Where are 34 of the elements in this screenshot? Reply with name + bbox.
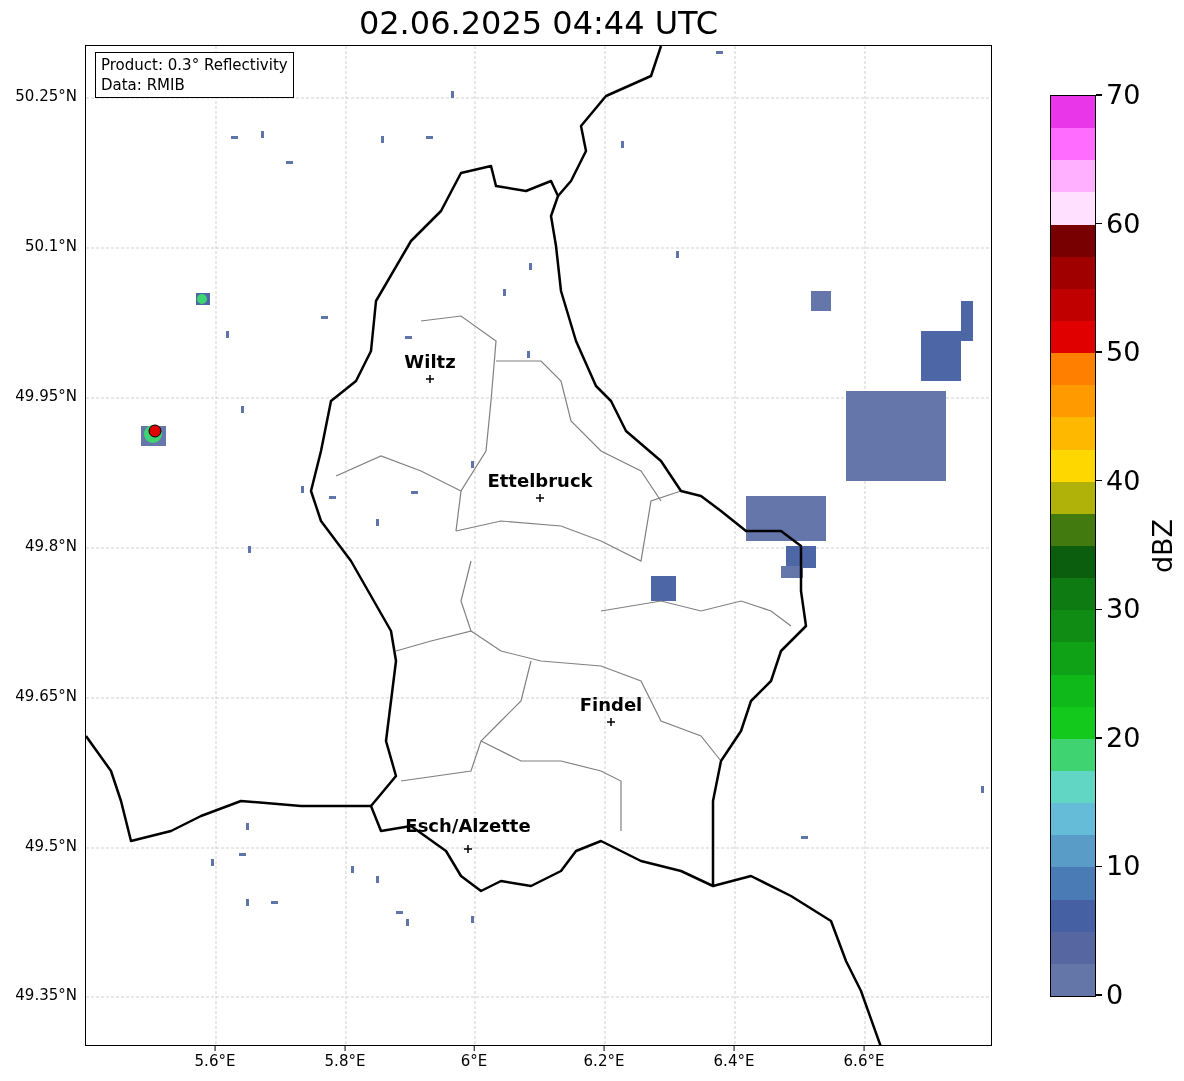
colorbar-tick-label: 30 — [1106, 594, 1141, 625]
longitude-label: 6°E — [460, 1054, 488, 1069]
city-label: Wiltz — [404, 353, 456, 371]
city-marker-icon — [535, 493, 545, 503]
city-marker-icon — [425, 374, 435, 384]
latitude-label: 49.8°N — [24, 539, 77, 554]
colorbar-tick-label: 0 — [1106, 980, 1124, 1010]
colorbar-label: dBZ — [1148, 518, 1179, 574]
longitude-label: 6.4°E — [713, 1054, 755, 1069]
colorbar-tick-label: 10 — [1106, 851, 1141, 882]
city-label: Findel — [579, 696, 643, 714]
latitude-label: 49.65°N — [15, 689, 77, 704]
colorbar-tick-label: 20 — [1106, 722, 1141, 753]
longitude-label: 6.6°E — [843, 1054, 885, 1069]
latitude-label: 49.5°N — [24, 839, 77, 854]
longitude-label: 5.6°E — [194, 1054, 236, 1069]
info-text: Data: RMIB — [101, 75, 186, 95]
city-marker-icon — [463, 844, 473, 854]
info-text: Product: 0.3° Reflectivity — [101, 55, 288, 75]
latitude-label: 50.25°N — [15, 89, 77, 104]
colorbar-tick-label: 40 — [1106, 465, 1141, 496]
longitude-label: 6.2°E — [583, 1054, 625, 1069]
longitude-label: 5.8°E — [324, 1054, 366, 1069]
latitude-label: 49.95°N — [15, 389, 77, 404]
colorbar-tick-label: 60 — [1106, 208, 1141, 239]
colorbar-tick-label: 50 — [1106, 337, 1141, 368]
latitude-label: 50.1°N — [24, 239, 77, 254]
city-label: Ettelbruck — [487, 472, 593, 490]
chart-title: 02.06.2025 04:44 UTC — [358, 6, 719, 39]
colorbar-tick-label: 70 — [1106, 80, 1141, 110]
city-label: Esch/Alzette — [405, 817, 531, 835]
latitude-label: 49.35°N — [15, 988, 77, 1003]
radar-site-icon — [148, 424, 162, 438]
city-marker-icon — [606, 717, 616, 727]
